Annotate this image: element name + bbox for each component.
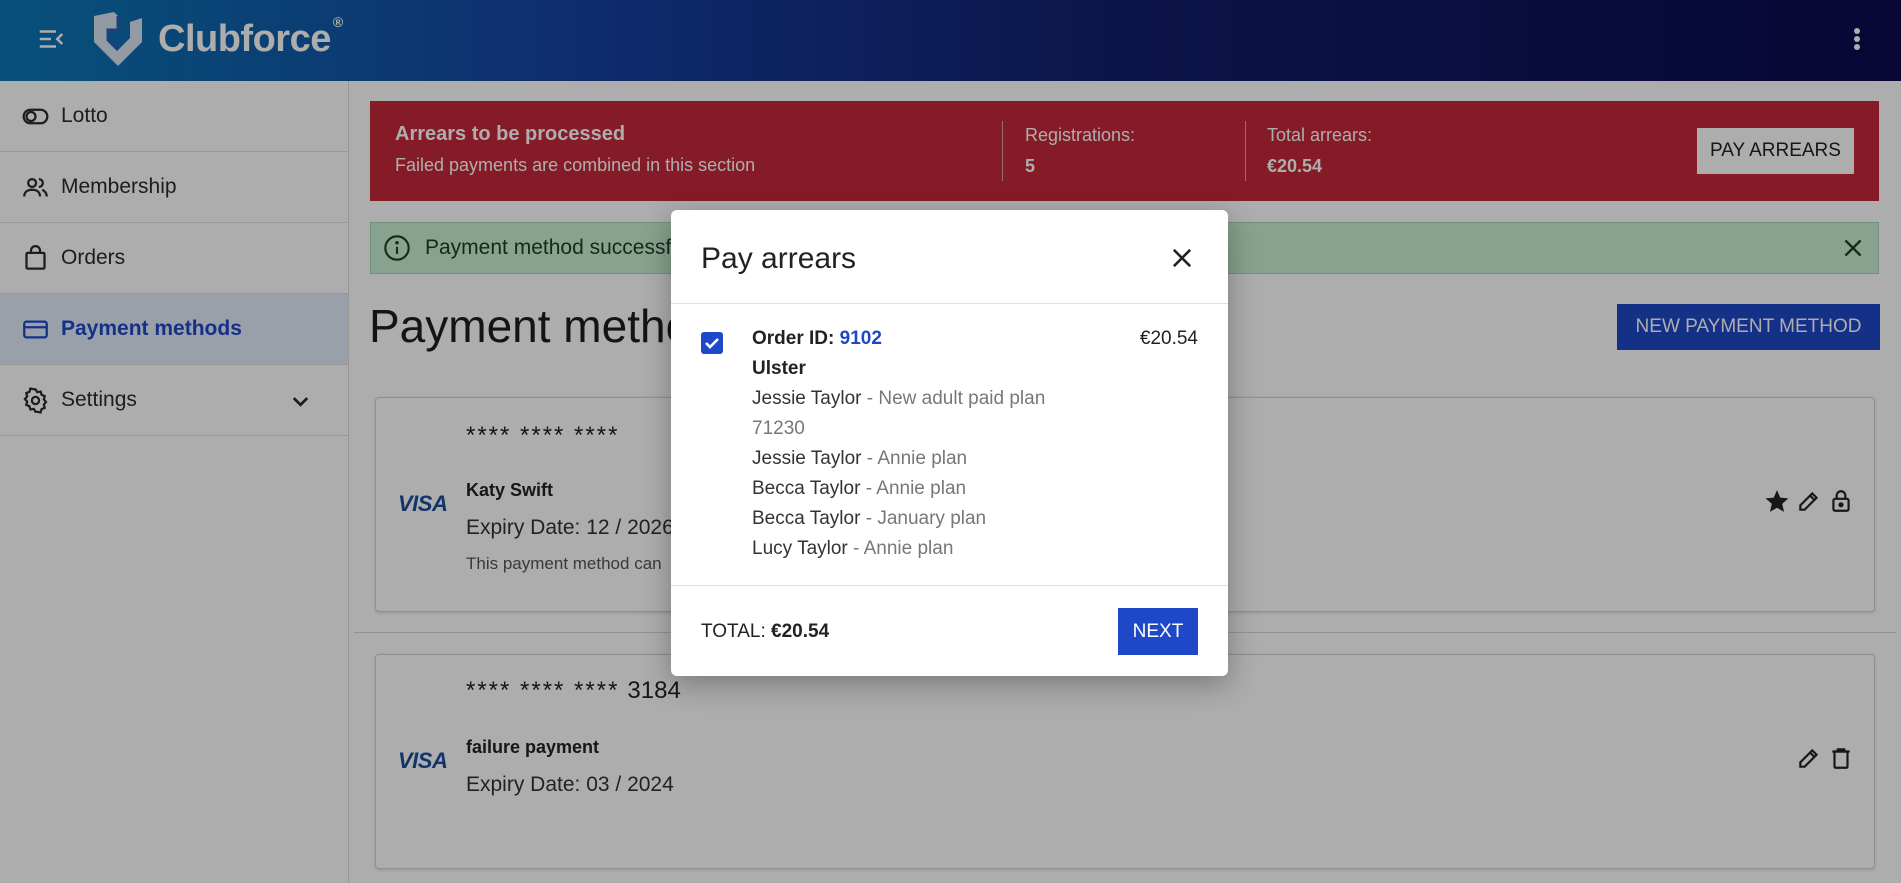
next-button[interactable]: NEXT <box>1118 608 1198 655</box>
order-checkbox[interactable] <box>701 332 723 354</box>
pay-arrears-dialog: Pay arrears Order ID: 9102 €20.54 Ulster… <box>671 210 1228 676</box>
list-item: Jessie Taylor - Annie plan <box>752 448 968 469</box>
order-amount: €20.54 <box>1139 328 1198 349</box>
list-item: Jessie Taylor - New adult paid plan <box>752 388 1046 409</box>
list-item: Becca Taylor - Annie plan <box>752 478 967 499</box>
list-item: Becca Taylor - January plan <box>752 508 987 529</box>
total-row: TOTAL: €20.54 <box>701 621 830 642</box>
list-item: Lucy Taylor - Annie plan <box>752 538 954 559</box>
list-item: 71230 <box>752 418 805 439</box>
check-icon <box>705 338 719 349</box>
club-name: Ulster <box>752 358 806 379</box>
order-id-link[interactable]: 9102 <box>840 328 882 349</box>
divider <box>671 585 1228 586</box>
dialog-title: Pay arrears <box>701 242 857 275</box>
close-icon[interactable] <box>1168 244 1196 272</box>
order-id-row: Order ID: 9102 <box>752 328 882 349</box>
divider <box>671 303 1228 304</box>
total-value: €20.54 <box>771 621 830 642</box>
